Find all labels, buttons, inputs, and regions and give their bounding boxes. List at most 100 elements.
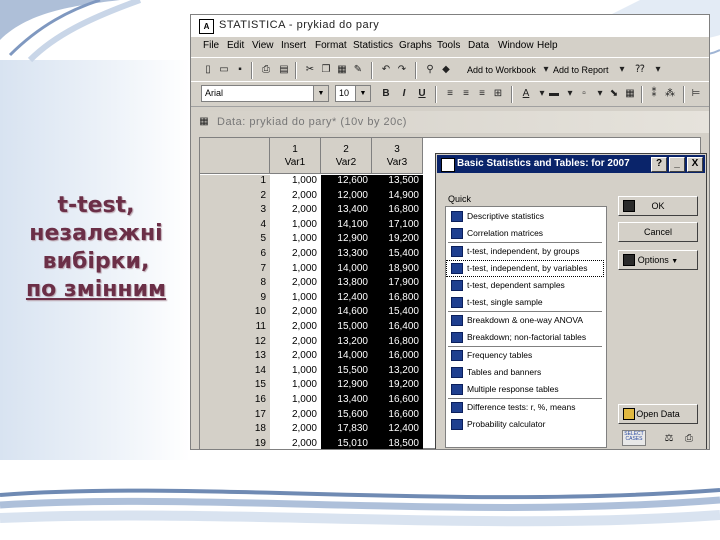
list-item[interactable]: Multiple response tables (447, 382, 603, 397)
save-icon[interactable]: ▪ (233, 63, 247, 77)
list-item[interactable]: Probability calculator (447, 417, 603, 432)
format-painter-icon[interactable]: ✎ (351, 63, 365, 77)
help-pointer-icon[interactable]: ⁇ (633, 63, 647, 77)
table-cell[interactable]: 12,900 (321, 233, 372, 248)
table-cell[interactable]: 12,400 (372, 423, 423, 438)
new-file-icon[interactable]: ▯ (201, 63, 215, 77)
add-to-report-button[interactable]: Add to Report (553, 65, 609, 75)
font-color-icon[interactable]: A (519, 87, 533, 101)
menu-format[interactable]: Format (315, 40, 347, 51)
data-window-titlebar[interactable]: ▦ Data: prykiad do pary* (10v by 20c) (191, 111, 709, 133)
menu-statistics[interactable]: Statistics (353, 40, 393, 51)
menu-graphs[interactable]: Graphs (399, 40, 432, 51)
table-cell[interactable]: 18,900 (372, 262, 423, 278)
table-cell[interactable]: 2,000 (270, 335, 321, 351)
column-header-var2[interactable]: 2 Var2 (321, 138, 372, 174)
menu-help[interactable]: Help (537, 40, 558, 51)
table-cell[interactable]: 19,200 (372, 379, 423, 394)
table-cell[interactable]: 17,100 (372, 218, 423, 234)
table-cell[interactable]: 12,600 (321, 175, 372, 190)
table-cell[interactable]: 2,000 (270, 277, 321, 292)
insert-rows-icon[interactable]: ⊨ (689, 87, 703, 101)
row-header[interactable]: 14 (200, 364, 270, 380)
menu-insert[interactable]: Insert (281, 40, 306, 51)
print-preview-icon[interactable]: ▤ (277, 63, 291, 77)
row-header[interactable]: 17 (200, 408, 270, 424)
weight-icon[interactable]: ⚖ (662, 432, 676, 446)
table-cell[interactable]: 16,600 (372, 394, 423, 409)
chevron-down-icon[interactable]: ▾ (563, 87, 577, 101)
table-cell[interactable]: 2,000 (270, 350, 321, 365)
grid-icon[interactable]: ▦ (623, 87, 637, 101)
print-icon[interactable]: ⎙ (682, 432, 696, 446)
chevron-down-icon[interactable]: ▼ (355, 86, 370, 101)
chevron-down-icon[interactable]: ▾ (651, 63, 665, 77)
table-cell[interactable]: 15,600 (321, 408, 372, 424)
table-cell[interactable]: 2,000 (270, 408, 321, 424)
goto-icon[interactable]: ◆ (439, 63, 453, 77)
undo-icon[interactable]: ↶ (379, 63, 393, 77)
list-item[interactable]: Descriptive statistics (447, 209, 603, 224)
table-cell[interactable]: 14,900 (372, 189, 423, 205)
print-icon[interactable]: ⎙ (259, 63, 273, 77)
row-header[interactable]: 1 (200, 175, 270, 190)
chevron-down-icon[interactable]: ▾ (539, 63, 553, 77)
table-cell[interactable]: 16,800 (372, 335, 423, 351)
column-header-var1[interactable]: 1 Var1 (270, 138, 321, 174)
table-cell[interactable]: 16,800 (372, 204, 423, 219)
row-header[interactable]: 2 (200, 189, 270, 205)
list-item[interactable]: t-test, dependent samples (447, 278, 603, 293)
row-header[interactable]: 19 (200, 437, 270, 449)
align-center-icon[interactable]: ≡ (459, 87, 473, 101)
paste-icon[interactable]: ▦ (335, 63, 349, 77)
open-data-button[interactable]: Open Data (618, 404, 698, 424)
table-cell[interactable]: 13,800 (321, 277, 372, 292)
bold-button[interactable]: B (379, 87, 393, 101)
decimal-increase-icon[interactable]: ⁑ (647, 87, 661, 101)
table-cell[interactable]: 16,600 (372, 408, 423, 424)
row-header[interactable]: 7 (200, 262, 270, 278)
list-item[interactable]: Breakdown & one-way ANOVA (447, 313, 603, 328)
table-cell[interactable]: 13,400 (321, 204, 372, 219)
list-item[interactable]: Difference tests: r, %, means (447, 400, 603, 415)
row-header[interactable]: 12 (200, 335, 270, 351)
chevron-down-icon[interactable]: ▾ (593, 87, 607, 101)
table-cell[interactable]: 1,000 (270, 218, 321, 234)
help-button[interactable]: ? (651, 157, 667, 172)
dialog-titlebar[interactable]: Basic Statistics and Tables: for 2007 ? … (437, 155, 705, 173)
chevron-down-icon[interactable]: ▼ (313, 86, 328, 101)
row-header[interactable]: 11 (200, 321, 270, 336)
table-cell[interactable]: 18,500 (372, 437, 423, 449)
table-cell[interactable]: 15,400 (372, 306, 423, 321)
quick-tab[interactable]: Quick (448, 194, 471, 204)
menu-view[interactable]: View (252, 40, 274, 51)
row-header[interactable]: 5 (200, 233, 270, 248)
table-cell[interactable]: 2,000 (270, 437, 321, 449)
list-item[interactable]: t-test, single sample (447, 295, 603, 310)
marker-icon[interactable]: ⬊ (607, 87, 621, 101)
table-cell[interactable]: 1,000 (270, 262, 321, 278)
options-button[interactable]: Options ▼ (618, 250, 698, 270)
table-cell[interactable]: 2,000 (270, 189, 321, 205)
app-titlebar[interactable]: A STATISTICA - prykiad do pary (191, 15, 709, 37)
row-header[interactable]: 3 (200, 204, 270, 219)
add-to-workbook-button[interactable]: Add to Workbook (467, 65, 536, 75)
chevron-down-icon[interactable]: ▾ (615, 63, 629, 77)
table-cell[interactable]: 1,000 (270, 175, 321, 190)
table-cell[interactable]: 14,100 (321, 218, 372, 234)
table-cell[interactable]: 16,800 (372, 291, 423, 307)
row-header[interactable]: 9 (200, 291, 270, 307)
table-cell[interactable]: 1,000 (270, 291, 321, 307)
row-header[interactable]: 16 (200, 394, 270, 409)
table-cell[interactable]: 1,000 (270, 233, 321, 248)
cut-icon[interactable]: ✂ (303, 63, 317, 77)
table-cell[interactable]: 1,000 (270, 379, 321, 394)
menu-tools[interactable]: Tools (437, 40, 460, 51)
open-folder-icon[interactable]: ▭ (217, 63, 231, 77)
border-icon[interactable]: ▫ (577, 87, 591, 101)
table-cell[interactable]: 16,000 (372, 350, 423, 365)
table-cell[interactable]: 13,500 (372, 175, 423, 190)
table-cell[interactable]: 2,000 (270, 423, 321, 438)
ok-button[interactable]: OK (618, 196, 698, 216)
table-cell[interactable]: 2,000 (270, 306, 321, 321)
